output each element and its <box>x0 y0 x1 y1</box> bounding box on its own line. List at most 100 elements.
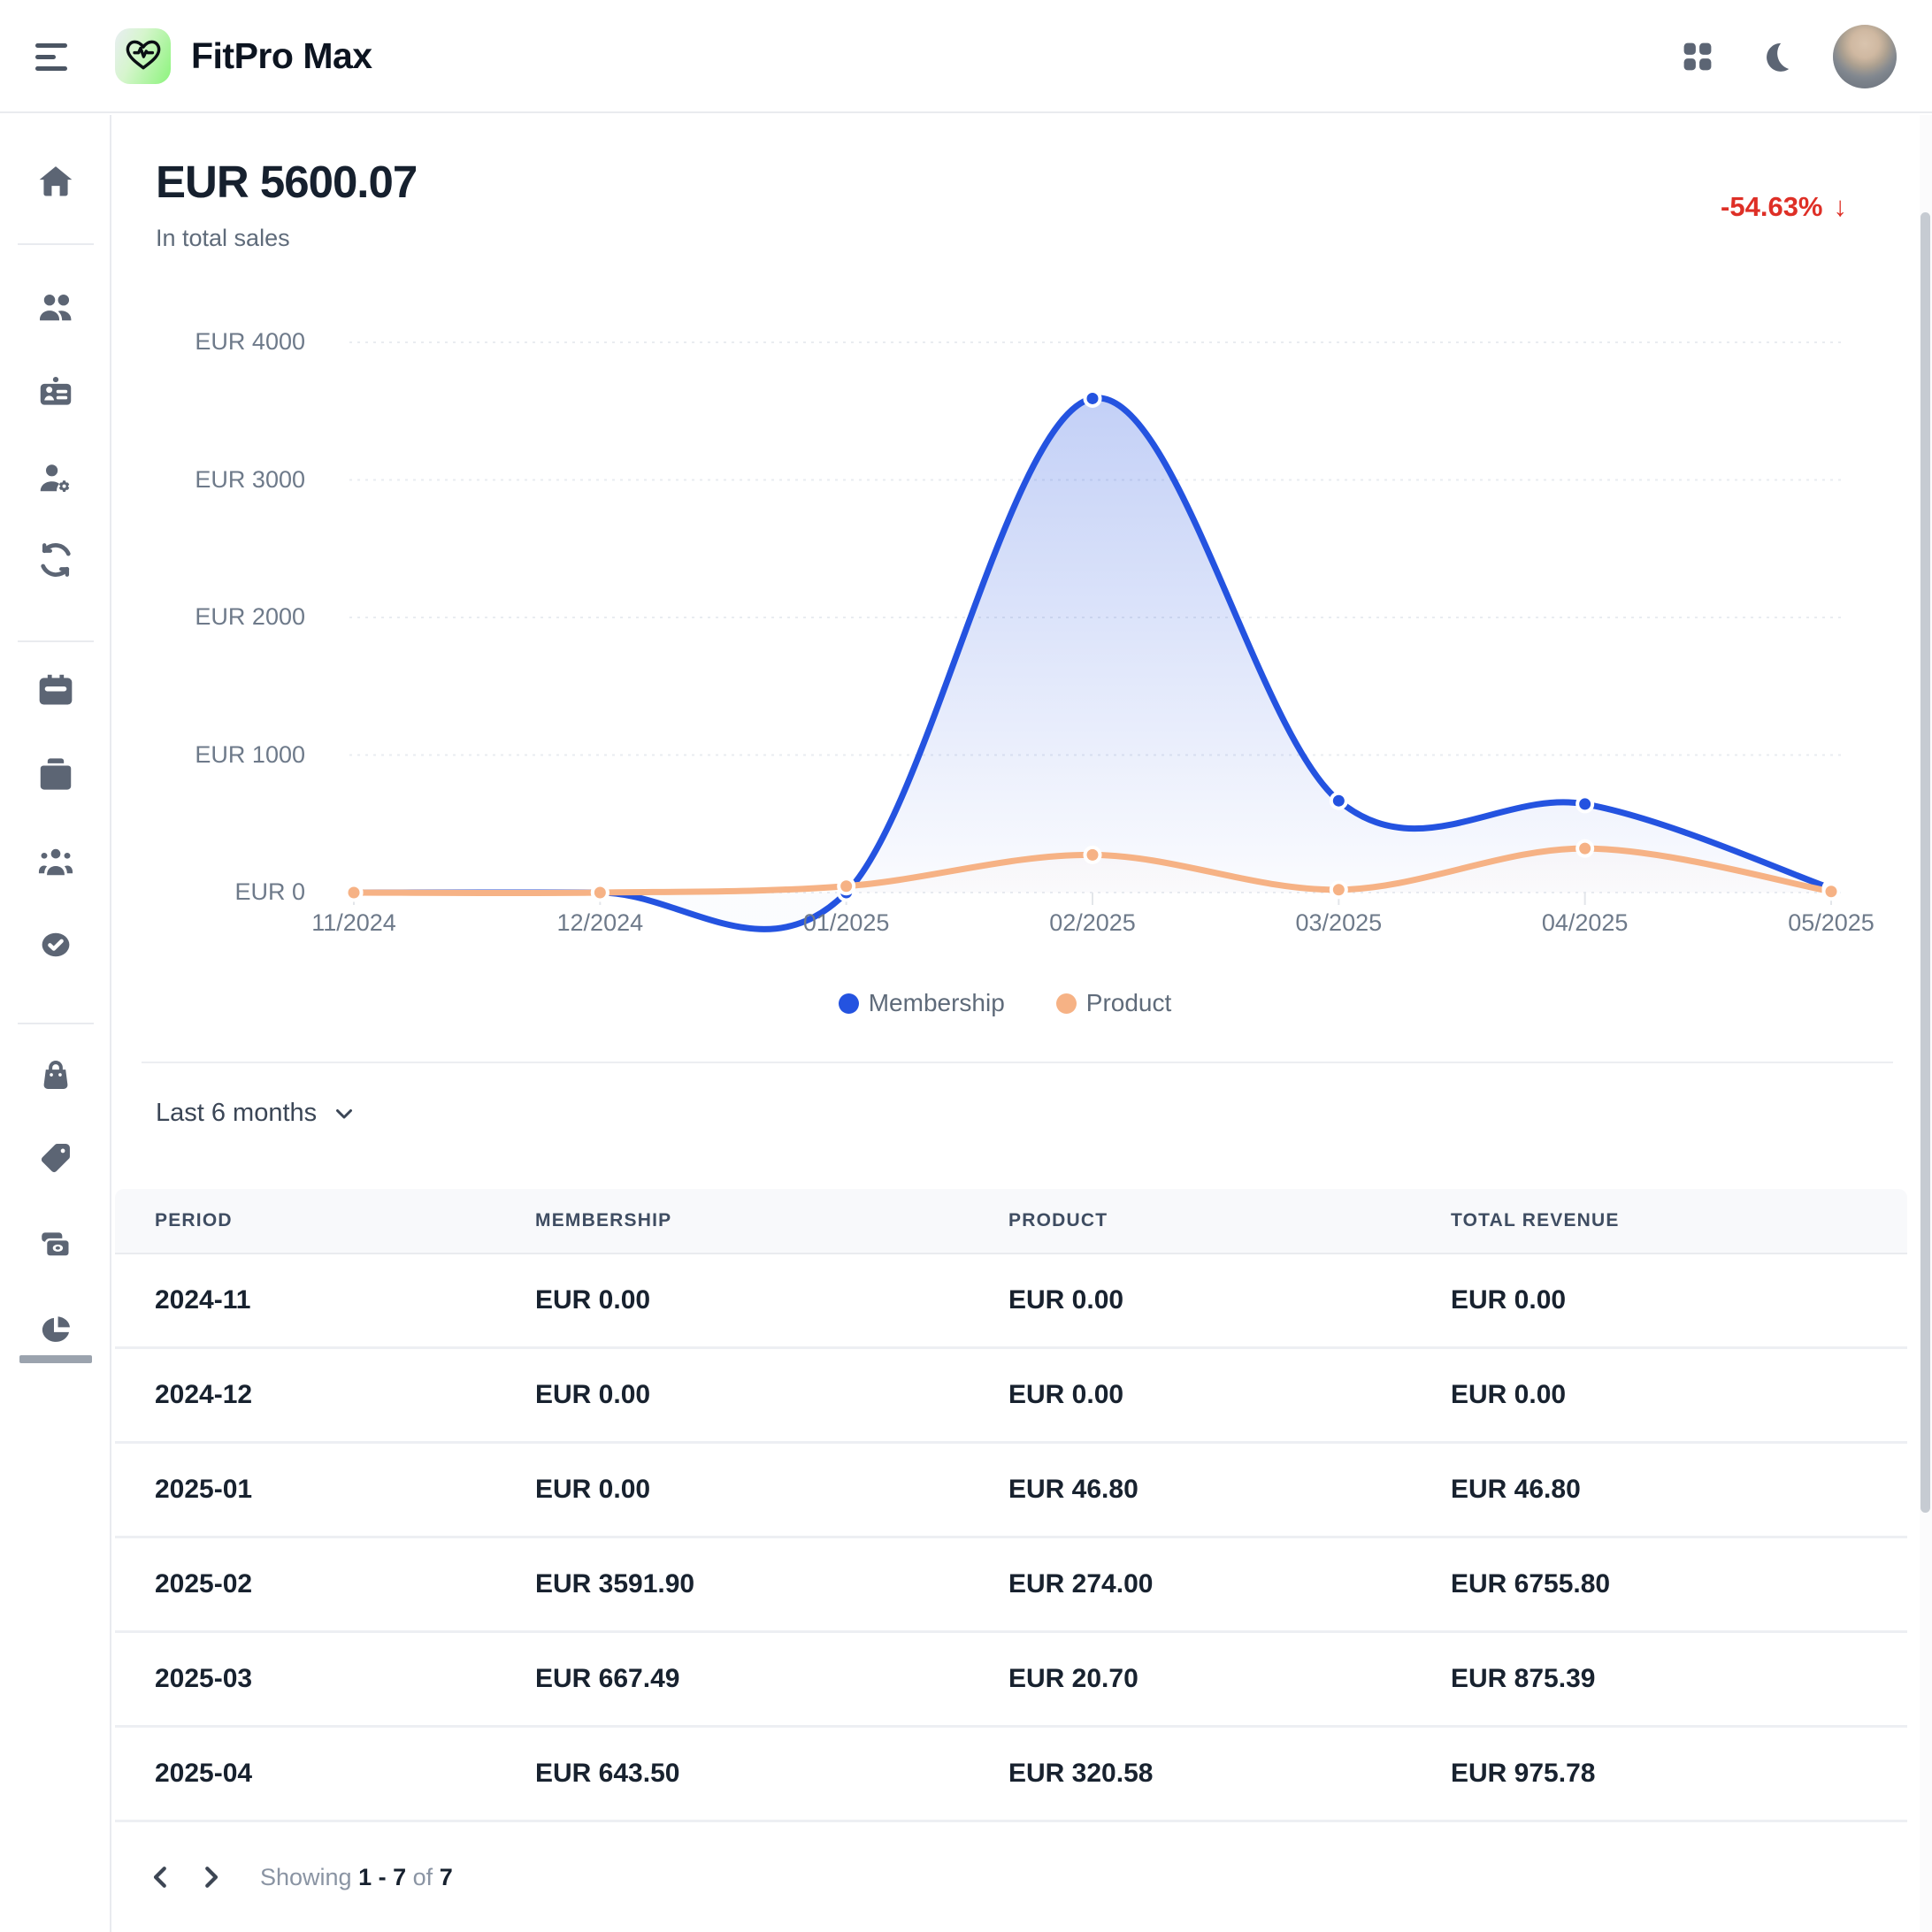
table-cell: EUR 0.00 <box>1008 1380 1451 1410</box>
table-cell: 2024-11 <box>155 1285 535 1315</box>
x-axis-tick-label: 05/2025 <box>1747 909 1915 937</box>
group-icon <box>36 843 75 882</box>
members-icon <box>36 288 75 327</box>
period-filter-dropdown[interactable]: Last 6 months <box>156 1099 357 1128</box>
y-axis-tick-label: EUR 1000 <box>102 741 305 770</box>
table-header-row: PERIODMEMBERSHIPPRODUCTTOTAL REVENUE <box>115 1189 1907 1254</box>
table-row: 2025-02EUR 3591.90EUR 274.00EUR 6755.80 <box>115 1538 1907 1633</box>
sidebar-divider <box>18 640 94 642</box>
table-cell: EUR 0.00 <box>535 1285 1008 1315</box>
table-cell: EUR 0.00 <box>1008 1285 1451 1315</box>
table-cell: EUR 0.00 <box>535 1380 1008 1410</box>
table-cell: 2025-01 <box>155 1475 535 1505</box>
home-icon <box>36 162 75 201</box>
app-logo[interactable] <box>115 28 171 84</box>
table-cell: EUR 0.00 <box>1451 1285 1907 1315</box>
x-axis-tick-label: 12/2024 <box>516 909 684 937</box>
next-page-button[interactable] <box>186 1852 235 1902</box>
y-axis-tick-label: EUR 3000 <box>102 466 305 494</box>
prev-page-button[interactable] <box>136 1852 186 1902</box>
column-header: TOTAL REVENUE <box>1451 1210 1907 1231</box>
sidebar-divider <box>18 1023 94 1024</box>
wallet-icon <box>36 1225 75 1264</box>
pagination-status: Showing 1 - 7 of 7 <box>260 1864 453 1891</box>
table-row: 2025-04EUR 643.50EUR 320.58EUR 975.78 <box>115 1728 1907 1822</box>
moon-icon[interactable] <box>1755 36 1796 77</box>
column-header: PRODUCT <box>1008 1210 1451 1231</box>
table-cell: EUR 46.80 <box>1451 1475 1907 1505</box>
menu-icon[interactable] <box>35 39 74 74</box>
legend-item-product[interactable]: Product <box>1056 989 1172 1017</box>
sidebar-item-tags[interactable] <box>36 1138 75 1177</box>
page-title: FitPro Max <box>191 35 372 77</box>
clipboard-icon <box>36 755 75 794</box>
sidebar-item-members[interactable] <box>36 288 75 327</box>
sidebar-item-payments[interactable] <box>36 1225 75 1264</box>
table-cell: 2025-03 <box>155 1664 535 1694</box>
sidebar-item-calendar[interactable] <box>36 671 75 709</box>
legend-dot-icon <box>1056 993 1077 1014</box>
legend-dot-icon <box>839 993 859 1014</box>
table-cell: 2024-12 <box>155 1380 535 1410</box>
sidebar-item-clipboard[interactable] <box>36 755 75 794</box>
x-axis-tick-label: 02/2025 <box>1008 909 1177 937</box>
sidebar-item-check[interactable] <box>36 925 75 964</box>
sidebar-item-sync[interactable] <box>36 540 75 579</box>
x-axis-tick-label: 04/2025 <box>1501 909 1669 937</box>
table-pagination: Showing 1 - 7 of 7 <box>115 1833 1907 1921</box>
divider <box>142 1062 1893 1063</box>
avatar[interactable] <box>1833 25 1897 88</box>
revenue-table: PERIODMEMBERSHIPPRODUCTTOTAL REVENUE 202… <box>115 1189 1907 1822</box>
x-axis-tick-label: 11/2024 <box>270 909 438 937</box>
chart-legend: Membership Product <box>111 989 1898 1017</box>
sidebar-active-indicator <box>19 1355 92 1363</box>
grid-apps-icon[interactable] <box>1677 36 1718 77</box>
sidebar-item-home[interactable] <box>36 162 75 201</box>
table-cell: EUR 875.39 <box>1451 1664 1907 1694</box>
table-cell: EUR 20.70 <box>1008 1664 1451 1694</box>
legend-label: Membership <box>869 989 1005 1017</box>
check-circle-icon <box>36 925 75 964</box>
total-sales-subtitle: In total sales <box>156 225 290 252</box>
table-row: 2024-11EUR 0.00EUR 0.00EUR 0.00 <box>115 1254 1907 1349</box>
sidebar-item-user-settings[interactable] <box>36 459 75 498</box>
period-filter-label: Last 6 months <box>156 1099 317 1128</box>
table-cell: EUR 3591.90 <box>535 1569 1008 1599</box>
x-axis-tick-label: 01/2025 <box>763 909 931 937</box>
sync-icon <box>36 540 75 579</box>
line-chart-canvas <box>345 310 1849 929</box>
table-cell: EUR 0.00 <box>1451 1380 1907 1410</box>
id-badge-icon <box>36 372 75 411</box>
legend-item-membership[interactable]: Membership <box>839 989 1005 1017</box>
tag-icon <box>36 1138 75 1177</box>
x-axis-tick-label: 03/2025 <box>1254 909 1422 937</box>
sidebar-item-reports[interactable] <box>36 1311 75 1350</box>
total-sales-value: EUR 5600.07 <box>156 156 417 208</box>
app-header: FitPro Max <box>0 0 1932 113</box>
table-cell: 2025-04 <box>155 1759 535 1789</box>
sidebar-item-id-badge[interactable] <box>36 372 75 411</box>
sidebar-item-shop[interactable] <box>36 1055 75 1094</box>
change-badge: -54.63% ↓ <box>1721 191 1847 223</box>
scrollbar-thumb[interactable] <box>1920 212 1930 1513</box>
sidebar-item-group[interactable] <box>36 843 75 882</box>
pagination-total: 7 <box>440 1864 453 1890</box>
sidebar-nav <box>0 115 111 1932</box>
heart-pulse-logo-icon <box>123 34 164 79</box>
table-row: 2025-03EUR 667.49EUR 20.70EUR 875.39 <box>115 1633 1907 1728</box>
table-cell: EUR 0.00 <box>535 1475 1008 1505</box>
table-cell: EUR 975.78 <box>1451 1759 1907 1789</box>
pie-chart-icon <box>36 1311 75 1350</box>
table-cell: 2025-02 <box>155 1569 535 1599</box>
table-row: 2024-12EUR 0.00EUR 0.00EUR 0.00 <box>115 1349 1907 1444</box>
change-percent: -54.63% <box>1721 191 1822 223</box>
table-cell: EUR 667.49 <box>535 1664 1008 1694</box>
column-header: MEMBERSHIP <box>535 1210 1008 1231</box>
table-cell: EUR 643.50 <box>535 1759 1008 1789</box>
dashboard-page: FitPro Max <box>0 0 1932 1932</box>
y-axis-tick-label: EUR 0 <box>102 878 305 907</box>
header-actions <box>1677 0 1897 113</box>
table-cell: EUR 46.80 <box>1008 1475 1451 1505</box>
table-body: 2024-11EUR 0.00EUR 0.00EUR 0.002024-12EU… <box>115 1254 1907 1822</box>
table-cell: EUR 320.58 <box>1008 1759 1451 1789</box>
